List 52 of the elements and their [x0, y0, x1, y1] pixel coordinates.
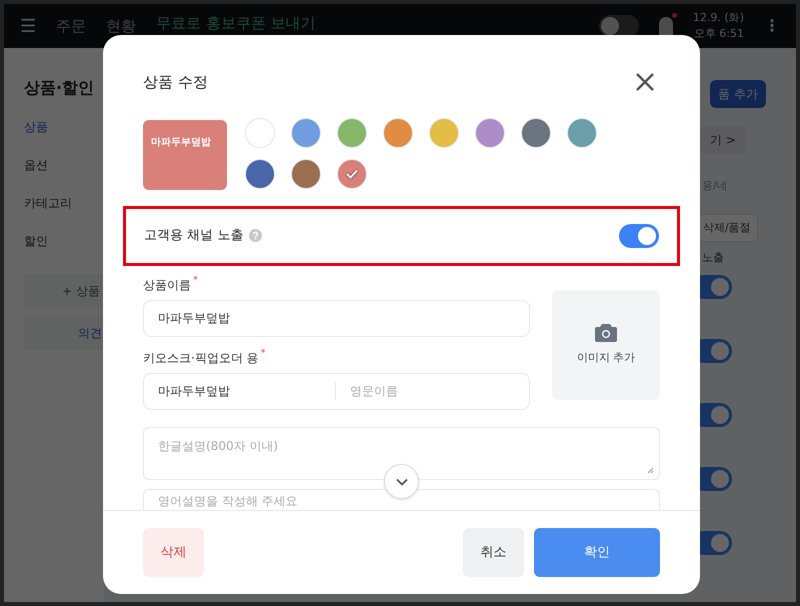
scroll-down-button[interactable]: [384, 464, 419, 499]
promo-link[interactable]: 무료로 홍보쿠폰 보내기: [156, 12, 316, 34]
menu-icon[interactable]: ☰: [20, 12, 36, 40]
field-label: 상품이름: [143, 276, 191, 294]
add-product-button[interactable]: 품 추가: [710, 80, 766, 108]
add-product-button[interactable]: + 상품: [24, 274, 104, 308]
color-swatch[interactable]: [429, 118, 459, 148]
sidebar-item[interactable]: 카테고리: [24, 194, 104, 232]
camera-icon: [595, 322, 617, 342]
resize-grip-icon[interactable]: [647, 466, 654, 474]
color-swatch[interactable]: [291, 158, 321, 188]
confirm-button[interactable]: 확인: [534, 528, 660, 577]
cancel-button[interactable]: 취소: [463, 528, 524, 577]
delete-button[interactable]: 삭제: [143, 528, 204, 577]
sidebar-item[interactable]: 옵션: [24, 156, 104, 194]
color-swatch[interactable]: [337, 158, 367, 188]
required-mark: *: [193, 276, 198, 286]
add-image-button[interactable]: 이미지 추가: [552, 290, 660, 400]
nav-tab[interactable]: 주문: [56, 14, 86, 38]
column-header: 노출: [702, 250, 724, 266]
color-swatch[interactable]: [521, 118, 551, 148]
product-name-field[interactable]: 마파두부덮밥: [143, 300, 530, 336]
feedback-button[interactable]: 의견: [24, 316, 104, 350]
more-icon[interactable]: ⋮: [764, 14, 780, 38]
sidebar-title: 상품·할인: [24, 77, 96, 99]
nav-tab[interactable]: 현황: [106, 14, 136, 38]
sidebar-item[interactable]: 상품: [24, 118, 104, 156]
color-swatch[interactable]: [383, 118, 413, 148]
color-swatch[interactable]: [337, 118, 367, 148]
color-swatch[interactable]: [291, 118, 321, 148]
korean-description-field[interactable]: 한글설명(800자 이내): [143, 426, 660, 480]
color-swatch[interactable]: [245, 118, 275, 148]
color-swatch[interactable]: [475, 118, 505, 148]
chevron-down-icon: [396, 478, 408, 486]
korean-name-value: 마파두부덮밥: [144, 382, 336, 400]
required-mark: *: [260, 348, 266, 358]
link-button[interactable]: 기 >: [700, 126, 746, 154]
modal-title: 상품 수정: [143, 72, 208, 93]
field-label: 키오스크·픽업오더 용: [143, 350, 259, 366]
preview-label: 마파두부덮밥: [151, 136, 211, 148]
close-icon[interactable]: [635, 72, 655, 92]
color-swatch[interactable]: [245, 158, 275, 188]
toggle-switch[interactable]: [619, 224, 659, 248]
kiosk-name-field[interactable]: 마파두부덮밥 영문이름: [143, 372, 530, 410]
toggle-label: 고객용 채널 노출: [144, 226, 244, 245]
check-icon: [346, 168, 358, 178]
english-name-placeholder: 영문이름: [349, 383, 399, 400]
sidebar-item[interactable]: 할인: [24, 232, 104, 270]
toggle-icon[interactable]: [598, 15, 639, 37]
color-swatch[interactable]: [567, 118, 597, 148]
time-text: 오후 6:51: [694, 26, 744, 42]
date-text: 12.9. (화): [692, 10, 744, 26]
